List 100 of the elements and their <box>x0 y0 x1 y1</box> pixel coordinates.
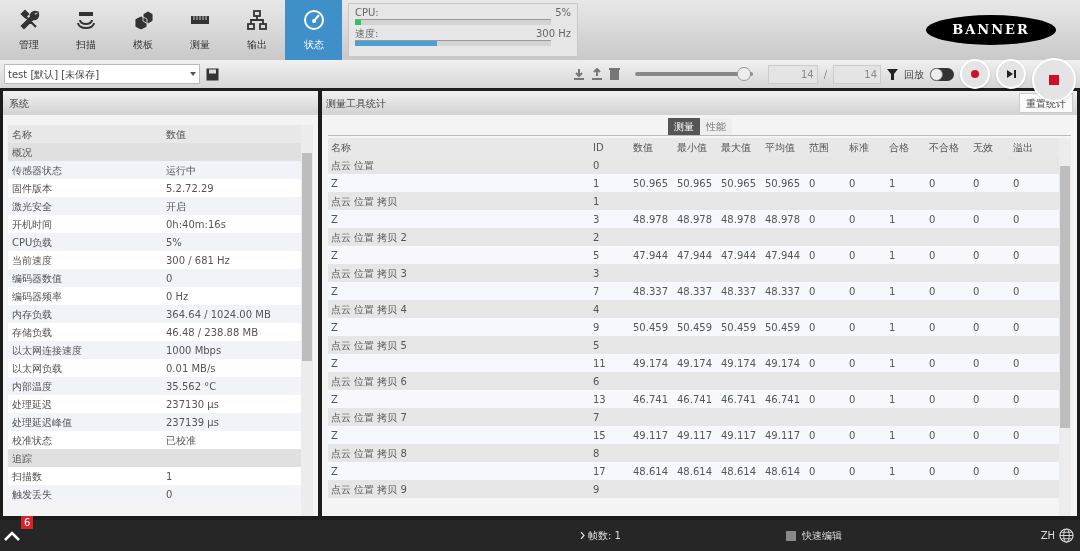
table-cell-text: CPU负载 <box>11 235 54 250</box>
nav-tab[interactable]: 测量 <box>171 0 228 60</box>
table-cell-text: 50.459 <box>676 320 713 335</box>
table-cell-text: 50.459 <box>764 320 801 335</box>
table-cell-text: 0 <box>808 428 817 443</box>
table-cell-text: 0 <box>848 428 857 443</box>
column-header: 溢出 <box>1012 140 1034 155</box>
table-cell-text: 0 <box>848 464 857 479</box>
job-select[interactable]: test [默认] [未保存] <box>4 64 200 84</box>
table-cell-text: 点云 位置 拷贝 7 <box>330 410 408 425</box>
column-header: 范围 <box>808 140 830 155</box>
gauge-icon <box>302 8 325 31</box>
globe-icon[interactable] <box>1059 528 1074 543</box>
table-cell-text: 0.01 MB/s <box>166 361 217 376</box>
table-cell-text: 0 <box>848 248 857 263</box>
table-cell-text: Z <box>330 392 339 407</box>
column-header: 合格 <box>888 140 910 155</box>
table-cell-text: 1 <box>888 392 897 407</box>
table-cell-text: 48.614 <box>632 464 669 479</box>
table-cell-text: 点云 位置 <box>330 158 376 173</box>
table-cell-text: 50.965 <box>720 176 757 191</box>
table-cell-text: 0 <box>1012 284 1021 299</box>
table-cell-text: 4 <box>592 302 601 317</box>
table-cell-text: 1 <box>888 464 897 479</box>
chevron-up-icon[interactable] <box>4 530 20 541</box>
table-cell-text: 6 <box>592 374 601 389</box>
record-button[interactable] <box>960 59 990 89</box>
table-cell-text: 48.614 <box>720 464 757 479</box>
table-cell-text: 11 <box>592 356 607 371</box>
nav-tab[interactable]: 扫描 <box>57 0 114 60</box>
table-cell-text: 内存负载 <box>11 307 53 322</box>
table-cell-text: 9 <box>592 482 601 497</box>
table-cell-text: 触发丢失 <box>11 487 53 502</box>
table-cell-text: 5.2.72.29 <box>166 181 215 196</box>
chevron-right-icon <box>580 532 585 539</box>
record-icon <box>971 70 979 78</box>
brand-logo: BANNER <box>926 15 1056 45</box>
table-cell-text: 点云 位置 拷贝 <box>330 194 399 209</box>
table-cell-text: 7 <box>592 410 601 425</box>
table-cell-text: 0 <box>928 248 937 263</box>
table-cell-text: 0 <box>1012 212 1021 227</box>
table-cell-text: 0 <box>1012 428 1021 443</box>
replay-toggle[interactable] <box>930 67 954 81</box>
table-cell-text: 48.337 <box>720 284 757 299</box>
table-cell-text: 0 <box>1012 392 1021 407</box>
table-cell-text: 0 <box>848 284 857 299</box>
trash-icon[interactable] <box>608 68 620 80</box>
table-cell-text: 46.741 <box>764 392 801 407</box>
table-cell-text: 0 <box>972 392 981 407</box>
table-cell-text: 处理延迟 <box>11 397 53 412</box>
nav-tab[interactable]: 输出 <box>228 0 285 60</box>
group-row-label: 概况 <box>12 145 32 160</box>
step-button[interactable] <box>996 59 1026 89</box>
table-cell-text: Z <box>330 176 339 191</box>
table-cell-text: 47.944 <box>676 248 713 263</box>
tab[interactable]: 测量 <box>667 118 700 135</box>
download-icon[interactable] <box>572 68 585 80</box>
table-cell-text: 0 <box>928 320 937 335</box>
slider-thumb[interactable] <box>737 67 752 81</box>
table-cell-text: 存储负载 <box>11 325 53 340</box>
table-cell-text: 7 <box>592 284 601 299</box>
scrollbar[interactable] <box>301 125 313 516</box>
table-cell-text: 0 <box>808 320 817 335</box>
stop-icon <box>1049 75 1059 85</box>
table-cell-text: 49.174 <box>764 356 801 371</box>
table-cell-text: 点云 位置 拷贝 3 <box>330 266 408 281</box>
nav-tab[interactable]: 状态 <box>285 0 342 60</box>
meter-reading: 5% <box>555 6 571 19</box>
table-cell-text: 0 <box>848 320 857 335</box>
table-cell-text: 47.944 <box>720 248 757 263</box>
table-cell-text: 0 <box>592 158 601 173</box>
table-cell-text: 点云 位置 拷贝 2 <box>330 230 408 245</box>
filter-icon[interactable] <box>887 68 898 80</box>
upload-icon[interactable] <box>590 68 603 80</box>
tab[interactable]: 性能 <box>699 118 732 135</box>
table-cell-text: 0 <box>972 320 981 335</box>
save-icon[interactable] <box>206 67 219 81</box>
table-cell-text: Z <box>330 320 339 335</box>
table-cell-text: 49.174 <box>720 356 757 371</box>
table-cell-text: 3 <box>592 266 601 281</box>
table-cell-text: 开机时间 <box>11 217 53 232</box>
nav-tab[interactable]: 管理 <box>0 0 57 60</box>
scrollbar[interactable] <box>1059 138 1071 516</box>
table-cell-text: 5 <box>592 248 601 263</box>
table-cell-text: 48.978 <box>764 212 801 227</box>
column-header: 名称 <box>11 127 33 142</box>
table-cell-text: 1 <box>592 176 601 191</box>
table-cell-text: 0 <box>928 212 937 227</box>
column-header: 标准 <box>848 140 870 155</box>
table-cell-text: 50.965 <box>676 176 713 191</box>
checkbox[interactable] <box>785 530 796 541</box>
nav-tab[interactable]: 模板 <box>114 0 171 60</box>
table-cell-text: 0 <box>808 392 817 407</box>
table-cell-text: 0 <box>808 284 817 299</box>
table-cell-text: 9 <box>592 320 601 335</box>
table-cell-text: 0 <box>972 356 981 371</box>
step-icon <box>1006 70 1016 78</box>
table-cell-text: 50.965 <box>764 176 801 191</box>
column-header: 数值 <box>166 127 187 142</box>
column-header: 名称 <box>330 140 352 155</box>
